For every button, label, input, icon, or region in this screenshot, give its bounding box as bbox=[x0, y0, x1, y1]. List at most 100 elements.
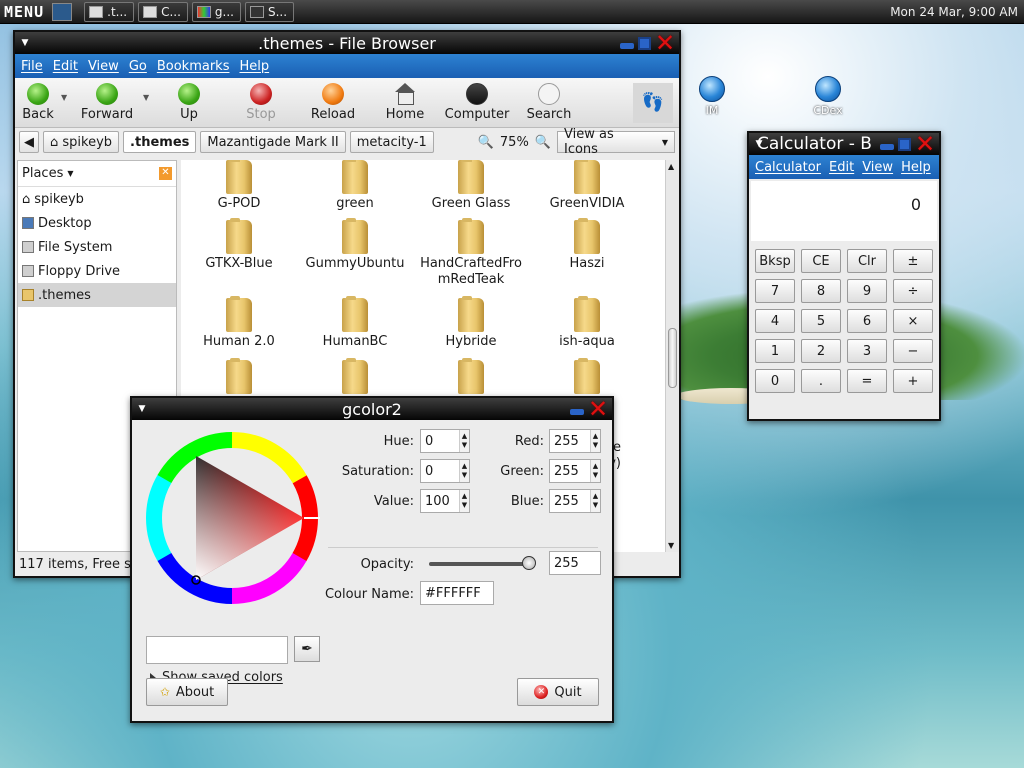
key-0[interactable]: 0 bbox=[755, 369, 795, 393]
path-left-arrow-icon[interactable]: ◀ bbox=[19, 131, 39, 153]
sidebar-item-floppy[interactable]: Floppy Drive bbox=[18, 259, 176, 283]
hue-spinbox[interactable]: 0 ▲ ▼ bbox=[420, 429, 470, 453]
window-menu-icon[interactable]: ▼ bbox=[15, 38, 35, 48]
menu-go[interactable]: Go bbox=[129, 59, 147, 74]
computer-button[interactable]: Computer bbox=[441, 83, 513, 122]
menu-help[interactable]: Help bbox=[901, 160, 931, 175]
menu-file[interactable]: File bbox=[21, 59, 43, 74]
reload-button[interactable]: Reload bbox=[297, 83, 369, 122]
desktop-icon-cdex[interactable]: CDex bbox=[798, 76, 858, 117]
sidebar-item-filesystem[interactable]: File System bbox=[18, 235, 176, 259]
eyedropper-button[interactable]: ✒ bbox=[294, 636, 320, 662]
key-8[interactable]: 8 bbox=[801, 279, 841, 303]
key-divide[interactable]: ÷ bbox=[893, 279, 933, 303]
titlebar[interactable]: ▼ Calculator - B ✕ bbox=[749, 132, 939, 156]
folder-item[interactable]: GTKX-Blue bbox=[181, 218, 297, 271]
folder-item[interactable]: GummyUbuntu bbox=[297, 218, 413, 271]
key-5[interactable]: 5 bbox=[801, 309, 841, 333]
menu-button[interactable]: MENU bbox=[0, 3, 48, 21]
opacity-slider-knob[interactable] bbox=[522, 556, 536, 570]
colour-name-field[interactable]: #FFFFFF bbox=[420, 581, 494, 605]
folder-item[interactable]: Haszi bbox=[529, 218, 645, 271]
key-1[interactable]: 1 bbox=[755, 339, 795, 363]
spin-arrows-icon[interactable]: ▲ ▼ bbox=[590, 460, 600, 482]
value-spinbox[interactable]: 100 ▲ ▼ bbox=[420, 489, 470, 513]
key-9[interactable]: 9 bbox=[847, 279, 887, 303]
clock[interactable]: Mon 24 Mar, 9:00 AM bbox=[890, 5, 1024, 19]
key-4[interactable]: 4 bbox=[755, 309, 795, 333]
opacity-slider[interactable] bbox=[429, 562, 529, 566]
taskbar-button-gcolor2[interactable]: g... bbox=[191, 1, 241, 22]
up-button[interactable]: Up bbox=[153, 83, 225, 122]
maximize-icon[interactable] bbox=[638, 36, 651, 50]
zoom-out-icon[interactable]: 🔍 bbox=[478, 135, 494, 150]
blue-spinbox[interactable]: 255 ▲ ▼ bbox=[549, 489, 601, 513]
folder-item[interactable]: Hybride bbox=[413, 296, 529, 349]
menu-edit[interactable]: Edit bbox=[829, 160, 854, 175]
folder-item[interactable]: HandCraftedFromRedTeak bbox=[413, 218, 529, 288]
close-icon[interactable]: ✕ bbox=[915, 132, 935, 156]
folder-item[interactable]: Human 2.0 bbox=[181, 296, 297, 349]
sidebar-item-themes[interactable]: .themes bbox=[18, 283, 176, 307]
key-equals[interactable]: = bbox=[847, 369, 887, 393]
window-menu-icon[interactable]: ▼ bbox=[132, 404, 152, 414]
menu-calculator[interactable]: Calculator bbox=[755, 160, 821, 175]
minimize-icon[interactable] bbox=[880, 144, 894, 150]
scrollbar-thumb[interactable] bbox=[668, 328, 677, 388]
view-mode-select[interactable]: View as Icons ▼ bbox=[557, 127, 675, 157]
folder-item[interactable]: HumanBC bbox=[297, 296, 413, 349]
key-add[interactable]: + bbox=[893, 369, 933, 393]
path-crumb-mazantigade[interactable]: Mazantigade Mark II bbox=[200, 131, 346, 153]
menu-view[interactable]: View bbox=[862, 160, 893, 175]
key-plus-minus[interactable]: ± bbox=[893, 249, 933, 273]
sidebar-item-desktop[interactable]: Desktop bbox=[18, 211, 176, 235]
forward-button[interactable]: Forward bbox=[71, 83, 143, 122]
back-button[interactable]: Back bbox=[15, 83, 61, 122]
key-backspace[interactable]: Bksp bbox=[755, 249, 795, 273]
spin-arrows-icon[interactable]: ▲ ▼ bbox=[459, 460, 469, 482]
scroll-down-icon[interactable]: ▼ bbox=[668, 541, 674, 550]
key-7[interactable]: 7 bbox=[755, 279, 795, 303]
folder-item[interactable]: G-POD bbox=[181, 160, 297, 211]
folder-item[interactable]: green bbox=[297, 160, 413, 211]
spin-arrows-icon[interactable]: ▲ ▼ bbox=[459, 430, 469, 452]
path-crumb-home[interactable]: ⌂ spikeyb bbox=[43, 131, 120, 153]
close-icon[interactable]: ✕ bbox=[588, 397, 608, 421]
maximize-icon[interactable] bbox=[898, 137, 911, 151]
key-decimal[interactable]: . bbox=[801, 369, 841, 393]
taskbar-button-calculator[interactable]: C... bbox=[138, 1, 188, 22]
desktop-icon-im[interactable]: IM bbox=[682, 76, 742, 117]
minimize-icon[interactable] bbox=[570, 409, 584, 415]
folder-item[interactable]: GreenVIDIA bbox=[529, 160, 645, 211]
key-2[interactable]: 2 bbox=[801, 339, 841, 363]
forward-history-dropdown-icon[interactable]: ▼ bbox=[143, 93, 153, 102]
folder-item[interactable]: Green Glass bbox=[413, 160, 529, 211]
menu-edit[interactable]: Edit bbox=[53, 59, 78, 74]
key-6[interactable]: 6 bbox=[847, 309, 887, 333]
menu-help[interactable]: Help bbox=[239, 59, 269, 74]
quit-button[interactable]: ✕ Quit bbox=[517, 678, 599, 706]
green-spinbox[interactable]: 255 ▲ ▼ bbox=[549, 459, 601, 483]
key-clear[interactable]: Clr bbox=[847, 249, 887, 273]
search-button[interactable]: Search bbox=[513, 83, 585, 122]
about-button[interactable]: ✩ About bbox=[146, 678, 228, 706]
sidebar-item-home[interactable]: ⌂ spikeyb bbox=[18, 187, 176, 211]
key-ce[interactable]: CE bbox=[801, 249, 841, 273]
folder-item[interactable] bbox=[413, 358, 529, 396]
zoom-level[interactable]: 75% bbox=[500, 135, 529, 150]
taskbar-button-themes[interactable]: .t... bbox=[84, 1, 135, 22]
path-crumb-themes[interactable]: .themes bbox=[123, 131, 197, 153]
spin-arrows-icon[interactable]: ▲ ▼ bbox=[459, 490, 469, 512]
key-multiply[interactable]: × bbox=[893, 309, 933, 333]
home-button[interactable]: Home bbox=[369, 83, 441, 122]
places-header[interactable]: Places ▼ ✕ bbox=[18, 161, 176, 187]
saturation-spinbox[interactable]: 0 ▲ ▼ bbox=[420, 459, 470, 483]
back-history-dropdown-icon[interactable]: ▼ bbox=[61, 93, 71, 102]
titlebar[interactable]: ▼ .themes - File Browser ✕ bbox=[15, 31, 679, 55]
zoom-in-icon[interactable]: 🔍 bbox=[535, 135, 551, 150]
folder-item[interactable] bbox=[297, 358, 413, 396]
minimize-icon[interactable] bbox=[620, 43, 634, 49]
menu-view[interactable]: View bbox=[88, 59, 119, 74]
spin-arrows-icon[interactable]: ▲ ▼ bbox=[590, 430, 600, 452]
stop-button[interactable]: Stop bbox=[225, 83, 297, 122]
